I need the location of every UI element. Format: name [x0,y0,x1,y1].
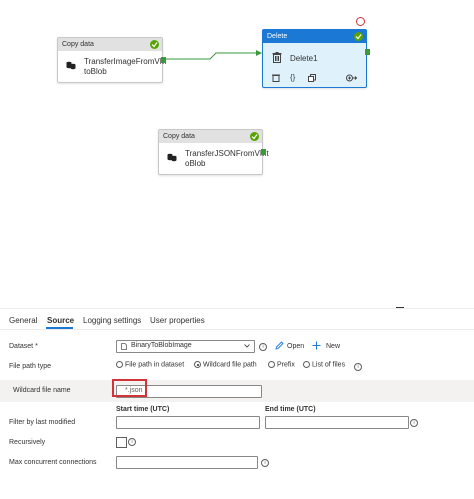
open-link[interactable]: Open [287,343,304,350]
filter-by-last-modified-label: Filter by last modified [9,419,76,426]
add-output-arrow-icon[interactable] [346,74,357,82]
radio-label: Wildcard file path [203,361,257,369]
activity-name-line2: oBlob [185,159,206,168]
info-icon[interactable]: i [128,438,136,446]
activity-type-label: Copy data [163,133,195,140]
tabs-divider [0,329,474,330]
tab-user-properties[interactable]: User properties [150,316,205,325]
info-icon[interactable]: i [354,363,362,371]
radio-file-path-in-dataset[interactable]: File path in dataset [116,361,184,368]
wildcard-file-name-label: Wildcard file name [13,387,71,394]
activity-name-line1: TransferImageFromVM [84,57,167,66]
end-time-label: End time (UTC) [265,406,316,413]
delete-error-indicator-icon [356,17,365,26]
file-path-type-label: File path type [9,363,52,370]
delete-action-icon[interactable] [272,74,280,82]
radio-circle-selected[interactable] [194,361,201,368]
highlight-annotation-box [112,379,147,397]
success-output-port[interactable] [365,49,370,55]
recursively-label: Recursively [9,439,46,446]
radio-label: File path in dataset [125,361,185,369]
tab-logging-settings[interactable]: Logging settings [83,316,141,325]
plus-icon [312,341,321,350]
dataset-label-text: Dataset [9,343,34,350]
info-icon[interactable]: i [410,419,418,427]
radio-circle[interactable] [116,361,123,368]
activity-name-line1: TransferJSONFromVMt [185,149,269,158]
recursively-checkbox[interactable] [116,437,127,448]
edit-pencil-icon [275,341,284,350]
tab-general[interactable]: General [9,316,37,325]
success-check-icon [250,132,259,141]
dataset-select[interactable]: BinaryToBlobImage [116,340,255,353]
radio-label: Prefix [277,361,295,369]
max-concurrent-connections-label: Max concurrent connections [9,459,97,466]
activity-delete[interactable]: Delete Delete1 {} [262,29,370,88]
copy-data-icon [167,153,177,162]
dataset-select-value: BinaryToBlobImage [131,342,192,349]
radio-label: List of files [312,361,346,369]
activity-copy-data-json[interactable]: Copy data TransferJSONFromVMt oBlob [158,129,269,175]
start-time-input[interactable] [116,416,260,429]
end-time-input[interactable] [265,416,409,429]
success-output-port[interactable] [261,149,266,155]
info-icon[interactable]: i [261,459,269,467]
success-output-port[interactable] [161,57,166,63]
activity-type-label: Copy data [62,41,94,48]
dataset-label: Dataset * [9,343,38,350]
info-icon[interactable]: i [259,343,267,351]
activity-type-label: Delete [267,33,288,40]
required-asterisk: * [35,343,38,350]
activity-header: Copy data [159,130,262,143]
radio-wildcard-file-path[interactable]: Wildcard file path [194,361,257,368]
new-link[interactable]: New [326,343,340,350]
radio-list-of-files[interactable]: List of files [303,361,345,368]
activity-name: Delete1 [290,54,318,63]
activity-header: Delete [263,30,366,43]
panel-divider [0,308,474,309]
radio-prefix[interactable]: Prefix [268,361,295,368]
activity-copy-data-image[interactable]: Copy data TransferImageFromVM toBlob [57,37,167,83]
max-concurrent-connections-input[interactable] [116,456,258,469]
dataset-file-icon [121,343,127,350]
activity-name-line2: toBlob [84,67,107,76]
delete-trash-icon [272,52,282,63]
copy-data-icon [66,61,76,70]
start-time-label: Start time (UTC) [116,406,170,413]
tab-source[interactable]: Source [47,316,74,325]
code-braces-icon[interactable]: {} [290,73,295,83]
copy-icon[interactable] [308,74,316,82]
radio-circle[interactable] [268,361,275,368]
success-check-icon [354,32,363,41]
chevron-down-icon [244,344,250,348]
success-check-icon [150,40,159,49]
radio-circle[interactable] [303,361,310,368]
activity-header: Copy data [58,38,162,51]
